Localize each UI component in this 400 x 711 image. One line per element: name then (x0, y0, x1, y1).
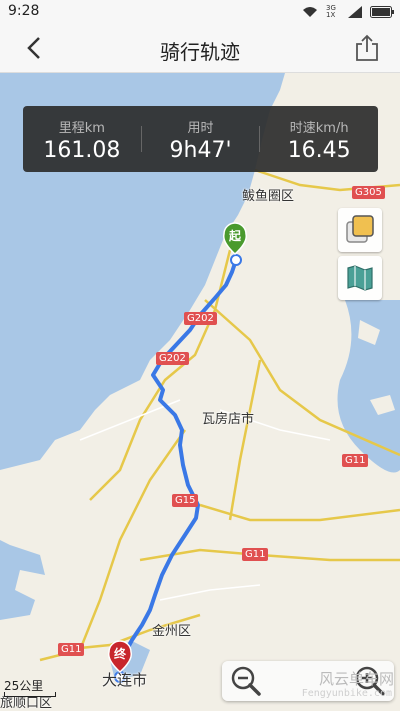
sim-signal-label: 3G 1X (326, 4, 336, 19)
map-scale-bar (4, 692, 56, 697)
share-icon[interactable] (354, 34, 380, 62)
road-badge: G202 (184, 312, 217, 325)
place-label-bayuquan: 鲅鱼圈区 (242, 189, 295, 204)
stat-speed-value: 16.45 (287, 138, 351, 163)
road-badge: G11 (242, 548, 269, 561)
stat-distance: 里程km 161.08 (23, 106, 141, 172)
status-bar: 9:28 3G 1X (0, 0, 400, 24)
zoom-out-icon[interactable] (230, 665, 262, 697)
title-bar: 骑行轨迹 (0, 24, 400, 73)
road-badge: G11 (342, 454, 369, 467)
stat-speed-label: 时速km/h (289, 121, 349, 136)
stat-distance-label: 里程km (58, 121, 105, 136)
stat-distance-value: 161.08 (43, 138, 121, 163)
place-label-dalian: 大连市 (102, 671, 148, 689)
watermark-url: Fengyunbike.com (301, 688, 392, 699)
stat-duration-label: 用时 (187, 121, 214, 136)
wifi-icon (303, 7, 317, 17)
place-label-wafangdian: 瓦房店市 (202, 412, 255, 427)
ride-stats-panel: 里程km 161.08 用时 9h47' 时速km/h 16.45 (23, 106, 378, 172)
road-badge: G11 (58, 643, 85, 656)
road-badge: G305 (352, 186, 385, 199)
place-label-jinzhou: 金州区 (152, 624, 192, 639)
start-marker-label: 起 (228, 228, 242, 243)
status-icons: 3G 1X (302, 4, 394, 20)
stat-speed: 时速km/h 16.45 (260, 106, 378, 172)
road-badge: G202 (156, 352, 189, 365)
watermark-text: 风云单车网 (318, 670, 394, 688)
road-badge: G15 (172, 494, 199, 507)
map-fold-icon (347, 265, 373, 291)
map-mode-button[interactable] (338, 256, 382, 300)
stat-duration: 用时 9h47' (142, 106, 260, 172)
route-start-dot (230, 254, 242, 266)
layers-icon (346, 215, 374, 243)
page-title: 骑行轨迹 (160, 40, 240, 64)
status-time: 9:28 (8, 3, 40, 19)
signal-icon (348, 6, 362, 18)
end-marker-label: 终 (114, 646, 127, 661)
battery-icon (370, 6, 394, 18)
map-layer-button[interactable] (338, 208, 382, 252)
stat-duration-value: 9h47' (169, 138, 232, 163)
